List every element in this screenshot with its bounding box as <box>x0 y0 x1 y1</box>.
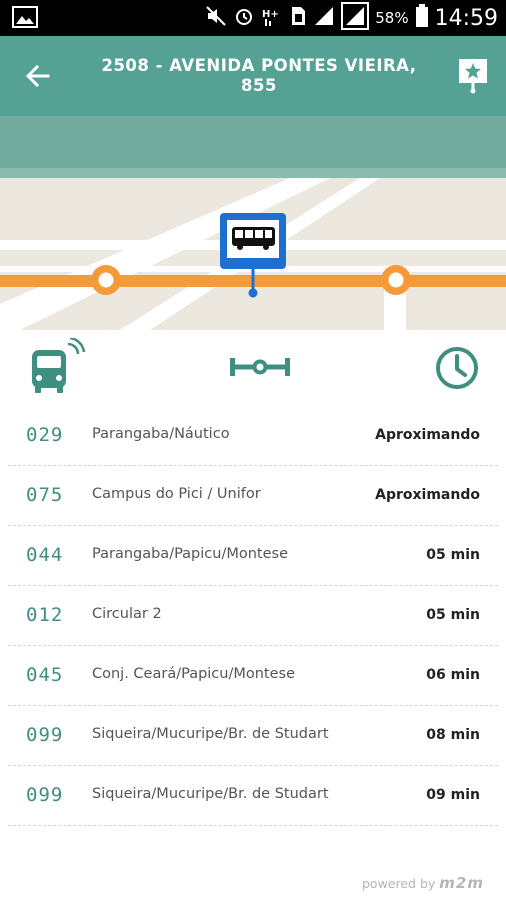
clock-icon <box>436 347 478 389</box>
sim-icon <box>289 5 307 31</box>
hplus-network-icon: H+ <box>261 5 283 31</box>
route-map[interactable] <box>0 116 506 330</box>
powered-by: powered by m2m <box>362 874 484 892</box>
back-button[interactable] <box>22 60 54 92</box>
line-name: Siqueira/Mucuripe/Br. de Studart <box>92 726 329 742</box>
arrival-row[interactable]: 029 Parangaba/Náutico Aproximando <box>0 406 506 466</box>
arrival-row[interactable]: 075 Campus do Pici / Unifor Aproximando <box>0 466 506 526</box>
line-code: 045 <box>26 664 64 686</box>
line-code: 044 <box>26 544 64 566</box>
route-icon <box>230 358 290 376</box>
arrow-left-icon <box>25 64 50 88</box>
line-name: Parangaba/Náutico <box>92 426 230 442</box>
arrival-row[interactable]: 099 Siqueira/Mucuripe/Br. de Studart 08 … <box>0 706 506 766</box>
tab-schedule[interactable] <box>432 338 482 398</box>
arrival-eta: 08 min <box>426 727 480 743</box>
line-name: Circular 2 <box>92 606 162 622</box>
arrival-eta: 09 min <box>426 787 480 803</box>
arrival-eta: 06 min <box>426 667 480 683</box>
tab-realtime[interactable] <box>26 336 86 398</box>
line-code: 099 <box>26 784 64 806</box>
line-name: Parangaba/Papicu/Montese <box>92 546 288 562</box>
arrival-eta: 05 min <box>426 607 480 623</box>
signal-icon-2 <box>341 2 370 34</box>
arrival-eta: Aproximando <box>375 487 480 503</box>
arrival-row[interactable]: 012 Circular 2 05 min <box>0 586 506 646</box>
star-pin-icon <box>459 59 487 94</box>
line-code: 029 <box>26 424 64 446</box>
arrival-eta: 05 min <box>426 547 480 563</box>
status-bar: H+ 58% 14:59 <box>0 0 506 36</box>
arrival-eta: Aproximando <box>375 427 480 443</box>
line-name: Campus do Pici / Unifor <box>92 486 261 502</box>
line-code: 012 <box>26 604 64 626</box>
bus-stop-marker-icon <box>220 213 286 269</box>
powered-by-label: powered by <box>362 875 436 891</box>
toolbar: 2508 - AVENIDA PONTES VIEIRA, 855 <box>0 36 506 116</box>
bus-realtime-icon <box>32 336 86 393</box>
line-code: 099 <box>26 724 64 746</box>
clock-time: 14:59 <box>434 5 498 31</box>
arrival-row[interactable]: 099 Siqueira/Mucuripe/Br. de Studart 09 … <box>0 766 506 826</box>
tabs-bar <box>0 330 506 406</box>
battery-percent: 58% <box>375 9 409 27</box>
svg-text:H+: H+ <box>262 9 279 20</box>
brand-logo: m2m <box>439 874 484 892</box>
mute-icon <box>205 5 227 31</box>
arrival-row[interactable]: 044 Parangaba/Papicu/Montese 05 min <box>0 526 506 586</box>
line-code: 075 <box>26 484 64 506</box>
arrival-row[interactable]: 045 Conj. Ceará/Papicu/Montese 06 min <box>0 646 506 706</box>
signal-icon <box>313 5 335 31</box>
alarm-icon <box>233 5 255 31</box>
line-name: Conj. Ceará/Papicu/Montese <box>92 666 296 682</box>
page-title: 2508 - AVENIDA PONTES VIEIRA, 855 <box>101 56 417 95</box>
favorite-stop-button[interactable] <box>458 58 488 94</box>
gallery-notification-icon <box>12 6 38 32</box>
arrivals-list: 029 Parangaba/Náutico Aproximando 075 Ca… <box>0 406 506 826</box>
battery-icon <box>415 4 429 32</box>
tab-route[interactable] <box>228 338 292 398</box>
line-name: Siqueira/Mucuripe/Br. de Studart <box>92 786 329 802</box>
